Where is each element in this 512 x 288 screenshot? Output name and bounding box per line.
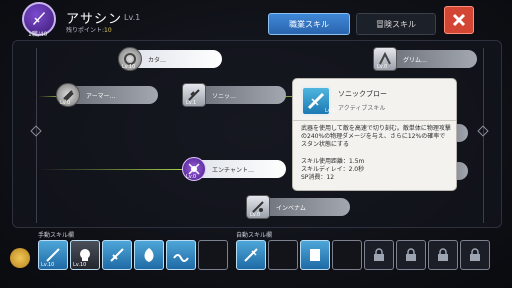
skill-node-grimtooth[interactable]: グリム… Lv.0 (373, 47, 477, 71)
cat-mascot-icon[interactable] (10, 248, 30, 268)
skill-level: Lv.0 (250, 212, 261, 218)
skill-label: アーマー… (86, 92, 116, 100)
skill-level: Lv.0 (60, 100, 71, 106)
auto-bar-label: 自動スキル欄 (236, 232, 273, 239)
auto-slot-locked[interactable] (364, 240, 394, 270)
skill-label: カタ… (148, 56, 167, 64)
tooltip-skill-level: Lv.1 (325, 108, 336, 114)
skill-tooltip: Lv.1 ソニックブロー アクティブスキル 武器を使用して敵を高速で切り刻む。敵… (293, 79, 456, 190)
skill-level: Lv.1 (186, 100, 197, 106)
auto-slot-locked[interactable] (428, 240, 458, 270)
tooltip-skill-type: アクティブスキル (338, 105, 386, 112)
manual-slot-empty[interactable] (198, 240, 228, 270)
skill-level: Lv.0 (377, 64, 388, 70)
stat-range: スキル使用距離：1.5m (301, 158, 365, 165)
points-value: 10 (104, 27, 112, 34)
manual-bar-label: 手動スキル欄 (38, 232, 75, 239)
skill-label: ソニッ… (212, 92, 237, 100)
tooltip-divider (293, 120, 456, 121)
slot-level: Lv.10 (41, 262, 55, 268)
remaining-points: 残りポイント:10 (66, 25, 112, 34)
stat-sp: SP消費：12 (301, 174, 335, 181)
cloak-icon (144, 248, 154, 262)
skill-label: エンチャント… (212, 166, 254, 174)
skill-label: インベナム (276, 204, 306, 212)
lock-icon (470, 248, 480, 261)
shield-icon (310, 249, 320, 261)
close-button[interactable] (444, 6, 474, 34)
close-icon (452, 13, 466, 27)
tooltip-skill-name: ソニックブロー (338, 90, 387, 98)
lock-icon (374, 248, 384, 261)
skill-label: グリム… (403, 56, 428, 64)
tab-job-skills[interactable]: 職業スキル (268, 13, 350, 35)
tooltip-stats: スキル使用距離：1.5m スキルディレイ：2.0秒 SP消費：12 (301, 158, 364, 182)
lock-icon (406, 248, 416, 261)
job-level: 1職/40 (28, 31, 48, 38)
auto-slot[interactable] (236, 240, 266, 270)
skill-link-line (38, 169, 186, 170)
tooltip-description: 武器を使用して敵を高速で切り刻む。敵単体に物理攻撃の240%の物理ダメージを与え… (301, 125, 451, 148)
manual-slot[interactable] (102, 240, 132, 270)
skill-node-armor[interactable]: アーマー… Lv.0 (56, 83, 158, 107)
auto-slot-locked[interactable] (460, 240, 490, 270)
wave-icon (173, 254, 189, 262)
skill-node-sonic[interactable]: ソニッ… Lv.1 (182, 83, 286, 107)
tab-adventure-skills[interactable]: 冒険スキル (356, 13, 436, 35)
class-level: Lv.1 (124, 13, 141, 22)
manual-slot[interactable]: Lv.10 (70, 240, 100, 270)
skill-level: Lv.0 (186, 174, 197, 180)
auto-slot-empty[interactable] (332, 240, 362, 270)
auto-slot-empty[interactable] (268, 240, 298, 270)
auto-slot-locked[interactable] (396, 240, 426, 270)
skill-node-katar[interactable]: カタ… Lv.10 (118, 47, 222, 71)
points-label: 残りポイント: (66, 27, 105, 34)
lock-icon (438, 248, 448, 261)
stat-delay: スキルディレイ：2.0秒 (301, 166, 365, 173)
sonic-blow-icon (110, 248, 124, 262)
slot-level: Lv.10 (73, 262, 87, 268)
manual-slot[interactable] (134, 240, 164, 270)
skill-level: Lv.10 (122, 64, 136, 70)
sword-icon (244, 248, 258, 262)
manual-slot[interactable]: Lv.10 (38, 240, 68, 270)
auto-slot[interactable] (300, 240, 330, 270)
skill-node-enchant[interactable]: エンチャント… Lv.0 (182, 157, 286, 181)
manual-slot[interactable] (166, 240, 196, 270)
skill-node-envenom[interactable]: インベナム Lv.0 (246, 195, 350, 219)
